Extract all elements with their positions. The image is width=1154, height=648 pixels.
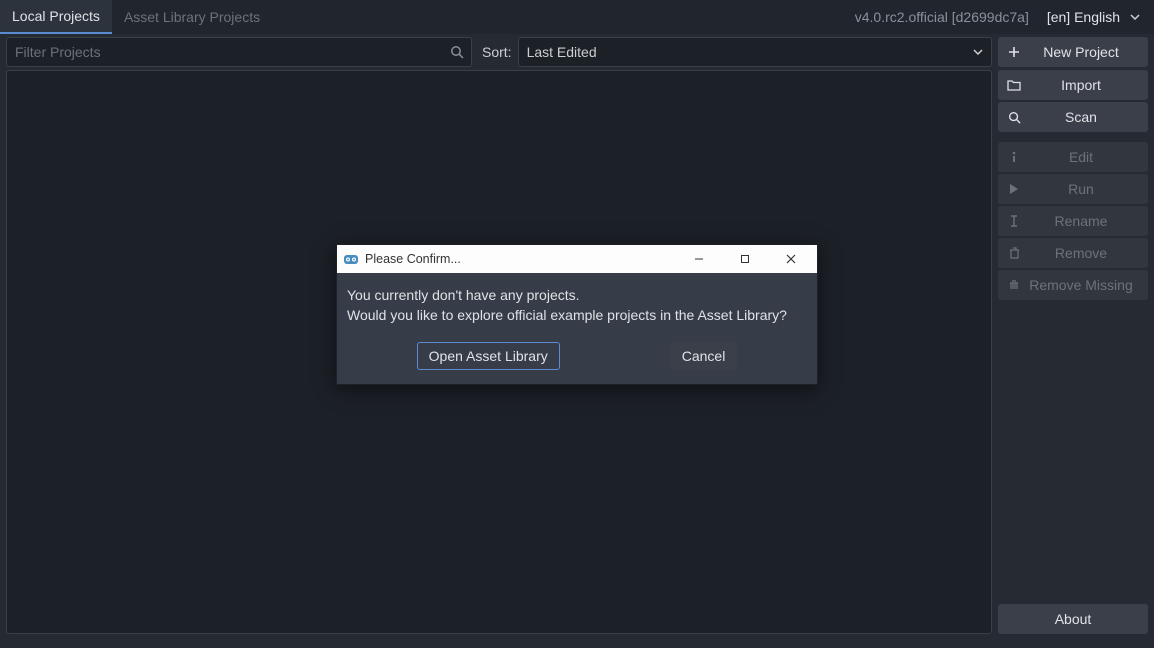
toolbar-row: Sort: Last Edited New Project (0, 34, 1154, 70)
import-label: Import (1022, 77, 1140, 93)
chevron-down-icon (1130, 14, 1140, 20)
import-button[interactable]: Import (998, 70, 1148, 100)
run-label: Run (1022, 181, 1140, 197)
language-label: [en] English (1047, 9, 1120, 25)
dialog-titlebar[interactable]: Please Confirm... (337, 245, 817, 273)
project-tabs: Local Projects Asset Library Projects (0, 0, 272, 34)
confirm-dialog: Please Confirm... You currently don't ha… (336, 244, 818, 385)
edit-button: Edit (998, 142, 1148, 172)
dialog-body: You currently don't have any projects. W… (337, 273, 817, 330)
language-selector[interactable]: [en] English (1041, 5, 1146, 29)
cancel-button[interactable]: Cancel (670, 342, 738, 370)
open-asset-library-button[interactable]: Open Asset Library (417, 342, 560, 370)
remove-missing-label: Remove Missing (1022, 277, 1140, 293)
dialog-text-line2: Would you like to explore official examp… (347, 305, 807, 325)
sort-dropdown[interactable]: Last Edited (518, 37, 992, 67)
godot-app-icon (343, 251, 359, 267)
info-icon (1006, 151, 1022, 163)
window-maximize-button[interactable] (725, 245, 765, 273)
broom-icon (1006, 279, 1022, 291)
close-icon (786, 254, 796, 264)
window-close-button[interactable] (771, 245, 811, 273)
plus-icon (1006, 46, 1022, 58)
dialog-text-line1: You currently don't have any projects. (347, 285, 807, 305)
dialog-title: Please Confirm... (365, 252, 461, 266)
new-project-button[interactable]: New Project (998, 37, 1148, 67)
remove-button: Remove (998, 238, 1148, 268)
open-asset-library-label: Open Asset Library (429, 348, 548, 364)
tab-local-projects[interactable]: Local Projects (0, 0, 112, 34)
dialog-actions: Open Asset Library Cancel (337, 330, 817, 384)
sort-label: Sort: (482, 44, 512, 60)
search-icon (1006, 111, 1022, 124)
edit-label: Edit (1022, 149, 1140, 165)
rename-button: Rename (998, 206, 1148, 236)
rename-label: Rename (1022, 213, 1140, 229)
minimize-icon (694, 254, 704, 264)
top-bar: Local Projects Asset Library Projects v4… (0, 0, 1154, 34)
about-button[interactable]: About (998, 604, 1148, 634)
tab-local-label: Local Projects (12, 8, 100, 24)
window-minimize-button[interactable] (679, 245, 719, 273)
sort-value: Last Edited (527, 44, 597, 60)
cancel-label: Cancel (682, 348, 726, 364)
remove-label: Remove (1022, 245, 1140, 261)
play-icon (1006, 183, 1022, 195)
tab-asset-library-projects[interactable]: Asset Library Projects (112, 0, 272, 34)
side-panel: Import Scan Edit Run Rename (998, 70, 1148, 634)
version-label: v4.0.rc2.official [d2699dc7a] (855, 9, 1029, 25)
maximize-icon (740, 254, 750, 264)
filter-wrap (6, 37, 472, 67)
trash-icon (1006, 247, 1022, 259)
filter-projects-input[interactable] (6, 37, 472, 67)
about-label: About (1055, 611, 1092, 627)
tab-asset-label: Asset Library Projects (124, 9, 260, 25)
chevron-down-icon (973, 49, 983, 55)
text-cursor-icon (1006, 215, 1022, 227)
run-button: Run (998, 174, 1148, 204)
search-icon (450, 45, 464, 59)
new-project-label: New Project (1022, 44, 1140, 60)
scan-label: Scan (1022, 109, 1140, 125)
scan-button[interactable]: Scan (998, 102, 1148, 132)
remove-missing-button: Remove Missing (998, 270, 1148, 300)
folder-icon (1006, 79, 1022, 91)
